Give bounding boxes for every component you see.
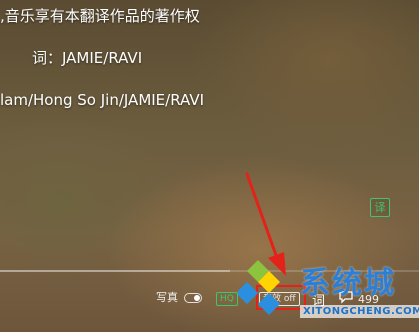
watermark-brand: 系统城 <box>300 266 396 301</box>
watermark-site: XITONGCHENG.COM <box>300 305 419 318</box>
watermark-logo-icon <box>238 260 280 315</box>
